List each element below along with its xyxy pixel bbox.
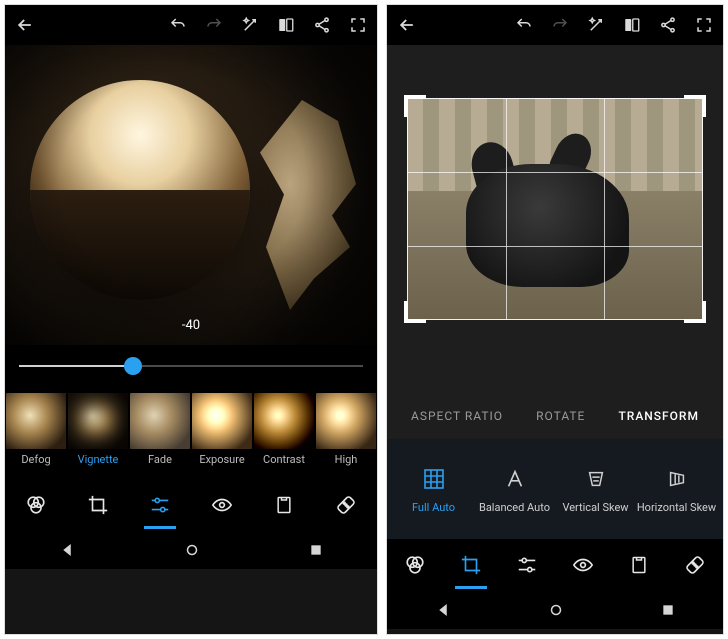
option-vertical-skew[interactable]: Vertical Skew [555, 465, 636, 514]
share-icon[interactable] [313, 16, 331, 34]
adjust-slider[interactable] [19, 365, 363, 367]
preset-vignette[interactable]: Vignette [67, 387, 129, 479]
crop-handle-br[interactable] [684, 301, 706, 323]
grid-icon [420, 465, 448, 493]
back-icon[interactable] [15, 15, 35, 35]
bottom-toolbar [5, 479, 377, 531]
option-label: Horizontal Skew [637, 501, 716, 514]
redeye-icon[interactable] [563, 545, 603, 585]
crop-frame[interactable] [407, 98, 703, 321]
preset-highlights[interactable]: High [315, 387, 377, 479]
crop-icon[interactable] [78, 485, 118, 525]
magic-wand-icon[interactable] [241, 16, 259, 34]
heal-icon[interactable] [326, 485, 366, 525]
android-navbar [387, 591, 723, 629]
preset-contrast[interactable]: Contrast [253, 387, 315, 479]
redeye-icon[interactable] [202, 485, 242, 525]
option-full-auto[interactable]: Full Auto [393, 465, 474, 514]
undo-icon[interactable] [515, 16, 533, 34]
heal-icon[interactable] [675, 545, 715, 585]
nav-recents-icon[interactable] [660, 602, 676, 618]
magic-wand-icon[interactable] [587, 16, 605, 34]
share-icon[interactable] [659, 16, 677, 34]
android-navbar [5, 531, 377, 569]
stickers-icon[interactable] [619, 545, 659, 585]
crop-icon[interactable] [451, 545, 491, 585]
nav-back-icon[interactable] [58, 541, 76, 559]
fullscreen-icon[interactable] [349, 16, 367, 34]
photo-canvas[interactable]: -40 [5, 45, 377, 345]
adjust-value-label: -40 [182, 318, 200, 333]
top-toolbar [5, 5, 377, 45]
undo-icon[interactable] [169, 16, 187, 34]
bottom-toolbar [387, 539, 723, 591]
adjust-slider-row [5, 345, 377, 387]
right-phone: ASPECT RATIO ROTATE TRANSFORM Full Auto … [386, 4, 724, 635]
slider-thumb[interactable] [124, 357, 142, 375]
looks-icon[interactable] [395, 545, 435, 585]
option-label: Balanced Auto [479, 501, 550, 514]
fullscreen-icon[interactable] [695, 16, 713, 34]
option-label: Vertical Skew [562, 501, 628, 514]
nav-back-icon[interactable] [434, 601, 452, 619]
redo-icon[interactable] [205, 16, 223, 34]
redo-icon[interactable] [551, 16, 569, 34]
adjust-icon[interactable] [140, 485, 180, 525]
compare-icon[interactable] [277, 16, 295, 34]
option-horizontal-skew[interactable]: Horizontal Skew [636, 465, 717, 514]
compare-icon[interactable] [623, 16, 641, 34]
nav-home-icon[interactable] [547, 601, 565, 619]
tab-rotate[interactable]: ROTATE [536, 409, 585, 423]
option-label: Full Auto [412, 501, 455, 514]
looks-icon[interactable] [16, 485, 56, 525]
crop-tab-row: ASPECT RATIO ROTATE TRANSFORM [387, 393, 723, 439]
back-icon[interactable] [397, 15, 417, 35]
horizontal-skew-icon [663, 465, 691, 493]
preset-exposure[interactable]: Exposure [191, 387, 253, 479]
crop-handle-tr[interactable] [684, 95, 706, 117]
edited-photo: -40 [5, 45, 377, 345]
crop-handle-bl[interactable] [404, 301, 426, 323]
tab-aspect-ratio[interactable]: ASPECT RATIO [411, 409, 503, 423]
nav-home-icon[interactable] [183, 541, 201, 559]
left-phone: -40 Defog Vignette Fade [4, 4, 378, 635]
stickers-icon[interactable] [264, 485, 304, 525]
crop-canvas[interactable] [387, 45, 723, 393]
letter-a-icon [501, 465, 529, 493]
crop-handle-tl[interactable] [404, 95, 426, 117]
adjustment-preset-row: Defog Vignette Fade Exposure Contrast Hi… [5, 387, 377, 479]
vertical-skew-icon [582, 465, 610, 493]
adjust-icon[interactable] [507, 545, 547, 585]
preset-defog[interactable]: Defog [5, 387, 67, 479]
top-toolbar [387, 5, 723, 45]
nav-recents-icon[interactable] [308, 542, 324, 558]
option-balanced-auto[interactable]: Balanced Auto [474, 465, 555, 514]
tab-transform[interactable]: TRANSFORM [618, 409, 699, 423]
dual-screenshot-wrap: -40 Defog Vignette Fade [0, 0, 728, 639]
transform-options-row: Full Auto Balanced Auto Vertical Skew Ho… [387, 439, 723, 539]
preset-fade[interactable]: Fade [129, 387, 191, 479]
